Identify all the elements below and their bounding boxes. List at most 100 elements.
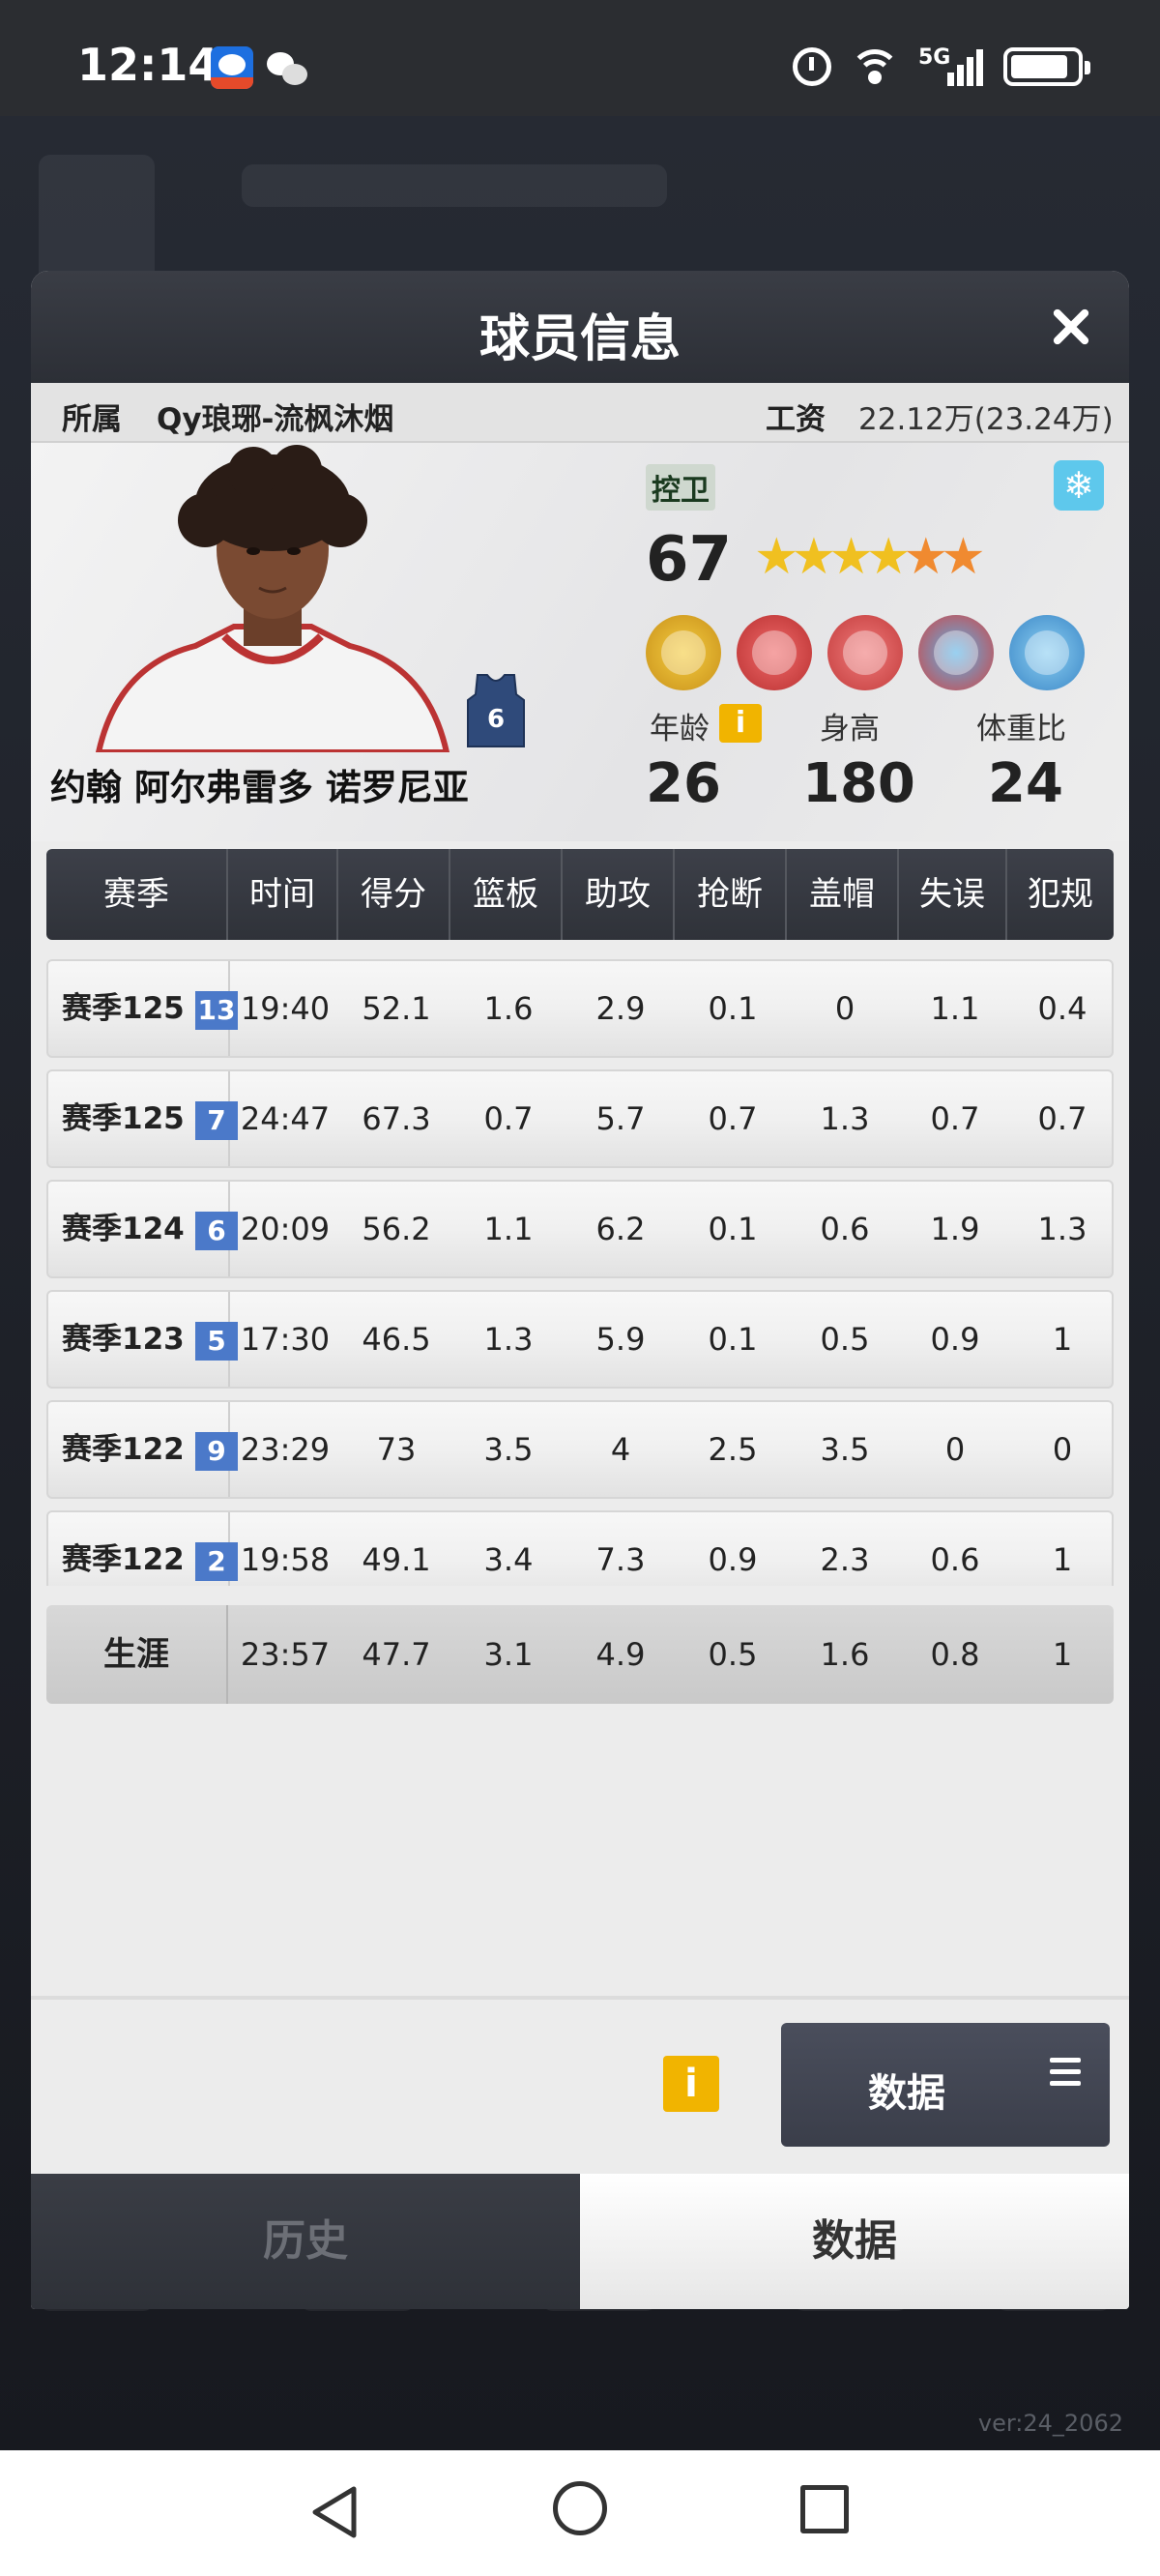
skill-badge-icon[interactable] (737, 615, 812, 690)
star-icon: ★ (941, 528, 986, 586)
stat-cell: 0.6 (820, 1211, 870, 1247)
table-row[interactable]: 赛季123 5 17:30 46.5 1.3 5.9 0.1 0.5 0.9 1 (46, 1290, 1114, 1389)
column-header: 失误 (899, 849, 1007, 940)
stat-cell: 3.4 (483, 1541, 534, 1578)
skill-badge-icon[interactable] (918, 615, 994, 690)
stat-cell: 0.9 (708, 1541, 758, 1578)
data-button[interactable]: 数据 (781, 2023, 1110, 2147)
wifi-icon (849, 45, 901, 88)
column-header: 抢断 (675, 849, 787, 940)
player-profile: 6 约翰 阿尔弗雷多 诺罗尼亚 控卫 ❄ 67 ★ ★ ★ ★ ★ ★ 年龄 i… (31, 443, 1129, 841)
team-name: Qy琅琊-流枫沐烟 (157, 402, 394, 437)
skill-badge-icon[interactable] (827, 615, 903, 690)
season-label: 赛季122 (62, 1542, 185, 1577)
career-stat-cell: 4.9 (595, 1636, 646, 1673)
player-info-dialog: 球员信息 所属 Qy琅琊-流枫沐烟 工资 22.12万(23.24万) 6 约翰… (31, 271, 1129, 2309)
jersey-icon: 6 (467, 674, 525, 747)
belong-label: 所属 (62, 402, 122, 437)
snowflake-icon[interactable]: ❄ (1054, 460, 1104, 511)
season-label: 赛季123 (62, 1322, 185, 1357)
stat-cell: 2.9 (595, 990, 646, 1027)
table-row[interactable]: 赛季124 6 20:09 56.2 1.1 6.2 0.1 0.6 1.9 1.3 (46, 1180, 1114, 1278)
data-button-label: 数据 (868, 2071, 945, 2116)
battery-icon (1003, 47, 1090, 86)
season-cell: 赛季124 6 (48, 1182, 238, 1276)
column-header: 篮板 (450, 849, 563, 940)
signal-icon: 5G (918, 45, 986, 88)
stat-cell: 1.9 (930, 1211, 980, 1247)
age-label: 年龄 (650, 712, 710, 746)
stat-cell: 1.1 (483, 1211, 534, 1247)
stat-cell: 19:40 (240, 990, 331, 1027)
stat-cell: 0.1 (708, 990, 758, 1027)
career-stat-cell: 0.8 (930, 1636, 980, 1673)
player-rating: 67 (646, 524, 733, 596)
stat-cell: 0 (944, 1431, 966, 1468)
season-label: 赛季124 (62, 1212, 185, 1246)
divider (31, 1996, 1129, 2000)
info-icon[interactable]: i (719, 704, 762, 743)
alarm-icon (793, 47, 831, 86)
table-row[interactable]: 赛季125 13 19:40 52.1 1.6 2.9 0.1 0 1.1 0.4 (46, 959, 1114, 1058)
stat-cell: 1 (1052, 1321, 1073, 1358)
column-header: 赛季 (46, 849, 228, 940)
career-stat-cell: 1.6 (820, 1636, 870, 1673)
salary-value: 22.12万(23.24万) (858, 402, 1114, 437)
stat-cell: 24:47 (240, 1100, 331, 1137)
skill-badge-icon[interactable] (646, 615, 721, 690)
stat-cell: 3.5 (483, 1431, 534, 1468)
height-value: 180 (802, 752, 915, 815)
salary-label: 工资 (766, 402, 826, 437)
back-icon[interactable] (307, 2483, 362, 2541)
stat-cell: 67.3 (362, 1100, 431, 1137)
stat-cell: 0.9 (930, 1321, 980, 1358)
home-icon[interactable] (553, 2481, 607, 2535)
stat-cell: 56.2 (362, 1211, 431, 1247)
stat-cell: 2.5 (708, 1431, 758, 1468)
stats-table-body[interactable]: 赛季125 13 19:40 52.1 1.6 2.9 0.1 0 1.1 0.4 赛季125 7 24… (46, 959, 1114, 1586)
tab-data[interactable]: 数据 (580, 2174, 1129, 2309)
stat-cell: 1.6 (483, 990, 534, 1027)
stat-cell: 1.1 (930, 990, 980, 1027)
stat-cell: 0.7 (930, 1100, 980, 1137)
stat-cell: 0 (1052, 1431, 1073, 1468)
table-row[interactable]: 赛季122 9 23:29 73 3.5 4 2.5 3.5 0 0 (46, 1400, 1114, 1499)
team-salary-strip: 所属 Qy琅琊-流枫沐烟 工资 22.12万(23.24万) (31, 383, 1129, 443)
dialog-header: 球员信息 (31, 271, 1129, 383)
skill-badge-icon[interactable] (1009, 615, 1085, 690)
table-row[interactable]: 赛季125 7 24:47 67.3 0.7 5.7 0.7 1.3 0.7 0.7 (46, 1069, 1114, 1168)
clock: 12:14 (77, 39, 219, 91)
stat-cell: 0.7 (483, 1100, 534, 1137)
stat-cell: 5.9 (595, 1321, 646, 1358)
close-icon[interactable] (1040, 296, 1102, 358)
season-label: 赛季125 (62, 1101, 185, 1136)
career-stat-cell: 47.7 (362, 1636, 431, 1673)
stat-cell: 20:09 (240, 1211, 331, 1247)
app-icon (211, 46, 253, 89)
stat-cell: 1 (1052, 1541, 1073, 1578)
tab-history[interactable]: 历史 (31, 2174, 580, 2309)
stat-cell: 0.1 (708, 1211, 758, 1247)
stat-cell: 49.1 (362, 1541, 431, 1578)
season-label: 赛季125 (62, 991, 185, 1026)
season-cell: 赛季125 7 (48, 1071, 238, 1166)
stat-cell: 4 (610, 1431, 631, 1468)
table-row[interactable]: 赛季122 2 19:58 49.1 3.4 7.3 0.9 2.3 0.6 1 (46, 1510, 1114, 1586)
version-label: ver:24_2062 (977, 2410, 1123, 2437)
stat-cell: 1.3 (820, 1100, 870, 1137)
wechat-icon (267, 52, 307, 85)
career-stat-cell: 1 (1052, 1636, 1073, 1673)
stat-cell: 0.5 (820, 1321, 870, 1358)
season-label: 赛季122 (62, 1432, 185, 1467)
stat-cell: 0.7 (1037, 1100, 1088, 1137)
recent-apps-icon[interactable] (800, 2485, 849, 2533)
star-rating: ★ ★ ★ ★ ★ ★ (754, 532, 986, 582)
age-value: 26 (646, 752, 721, 815)
stat-cell: 5.7 (595, 1100, 646, 1137)
career-stat-cell: 23:57 (240, 1636, 331, 1673)
stat-cell: 2.3 (820, 1541, 870, 1578)
career-stat-cell: 3.1 (483, 1636, 534, 1673)
stat-cell: 0 (834, 990, 856, 1027)
jersey-number: 6 (487, 705, 505, 734)
info-icon[interactable]: i (663, 2056, 719, 2112)
